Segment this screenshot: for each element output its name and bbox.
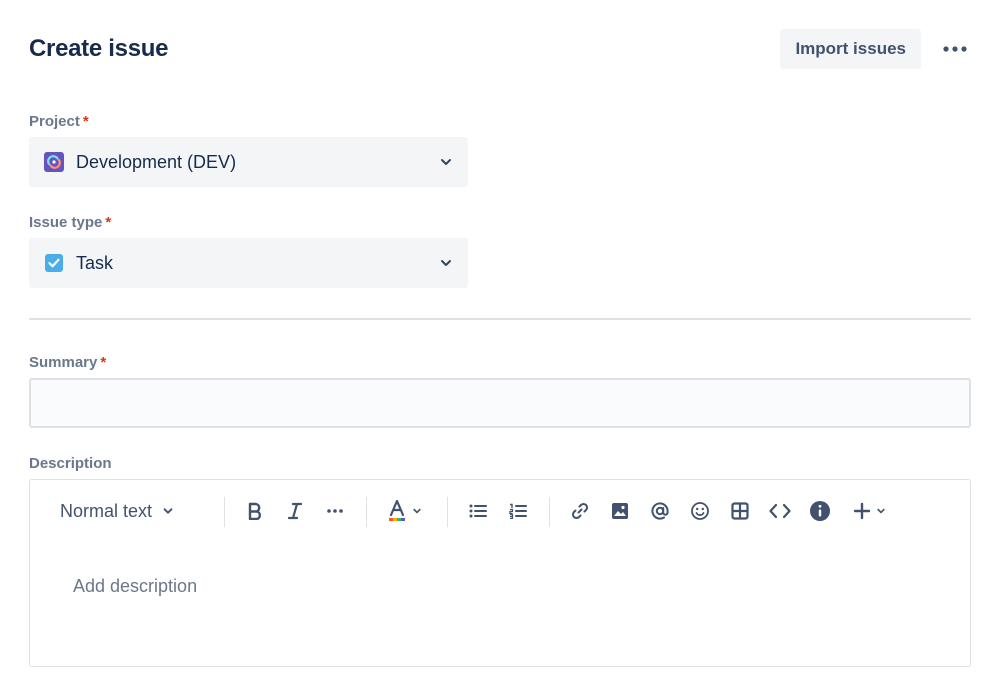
- more-icon: [943, 46, 967, 52]
- page-title: Create issue: [29, 35, 169, 62]
- header-actions: Import issues: [780, 29, 971, 69]
- insert-plus-icon: [853, 502, 870, 520]
- link-icon: [571, 502, 589, 520]
- mention-button[interactable]: [645, 490, 675, 532]
- description-label: Description: [29, 455, 112, 472]
- text-style-dropdown[interactable]: Normal text: [60, 490, 195, 532]
- bold-button[interactable]: [240, 490, 270, 532]
- more-actions-button[interactable]: [939, 33, 971, 65]
- project-value: Development (DEV): [76, 151, 237, 172]
- bullet-list-button[interactable]: [463, 490, 493, 532]
- issue-type-label-text: Issue type: [29, 214, 103, 231]
- description-placeholder: Add description: [73, 576, 198, 596]
- chevron-down-icon: [876, 508, 885, 514]
- numbered-list-icon: [509, 503, 527, 519]
- emoji-button[interactable]: [685, 490, 715, 532]
- summary-label: Summary *: [29, 354, 106, 371]
- toolbar-separator: [447, 497, 448, 527]
- dialog-header: Create issue Import issues: [29, 28, 971, 70]
- import-issues-button[interactable]: Import issues: [780, 29, 921, 69]
- table-button[interactable]: [725, 490, 755, 532]
- more-formatting-button[interactable]: [320, 490, 350, 532]
- project-select[interactable]: Development (DEV): [29, 137, 468, 187]
- issue-type-select[interactable]: Task: [29, 238, 468, 288]
- more-formatting-icon: [327, 509, 343, 513]
- issue-type-value: Task: [76, 252, 114, 273]
- info-panel-button[interactable]: [805, 490, 835, 532]
- section-divider: [29, 318, 971, 320]
- chevron-down-icon: [413, 508, 421, 514]
- editor-toolbar: Normal text: [30, 490, 970, 532]
- toolbar-separator: [549, 497, 550, 527]
- link-button[interactable]: [565, 490, 595, 532]
- image-icon: [612, 503, 628, 519]
- toolbar-separator: [224, 497, 225, 527]
- image-button[interactable]: [605, 490, 635, 532]
- numbered-list-button[interactable]: [503, 490, 533, 532]
- description-label-text: Description: [29, 455, 112, 472]
- italic-icon: [287, 502, 303, 520]
- required-marker: *: [100, 354, 107, 371]
- issue-type-label: Issue type *: [29, 214, 111, 231]
- project-label-text: Project: [29, 113, 80, 130]
- text-color-icon: [389, 500, 405, 521]
- summary-input[interactable]: [29, 378, 971, 428]
- mention-icon: [651, 502, 669, 520]
- toolbar-separator: [366, 497, 367, 527]
- task-checkbox-icon: [45, 254, 63, 272]
- project-avatar-icon: [44, 152, 64, 172]
- code-button[interactable]: [765, 490, 795, 532]
- info-panel-icon: [810, 501, 830, 521]
- text-color-button[interactable]: [385, 490, 425, 532]
- code-icon: [769, 503, 791, 519]
- create-issue-dialog: Create issue Import issues Project * Deve…: [0, 0, 999, 692]
- chevron-down-icon: [163, 508, 173, 514]
- required-marker: *: [82, 113, 89, 130]
- bold-icon: [248, 502, 261, 520]
- description-editor[interactable]: Normal text Add description: [29, 479, 971, 667]
- table-icon: [731, 502, 749, 520]
- summary-label-text: Summary: [29, 354, 98, 371]
- chevron-down-icon: [441, 159, 451, 165]
- bullet-list-icon: [469, 504, 487, 518]
- italic-button[interactable]: [280, 490, 310, 532]
- emoji-icon: [691, 502, 709, 520]
- insert-menu-button[interactable]: [848, 490, 890, 532]
- required-marker: *: [105, 214, 112, 231]
- project-label: Project *: [29, 113, 89, 130]
- chevron-down-icon: [441, 260, 451, 266]
- text-style-label: Normal text: [60, 500, 153, 521]
